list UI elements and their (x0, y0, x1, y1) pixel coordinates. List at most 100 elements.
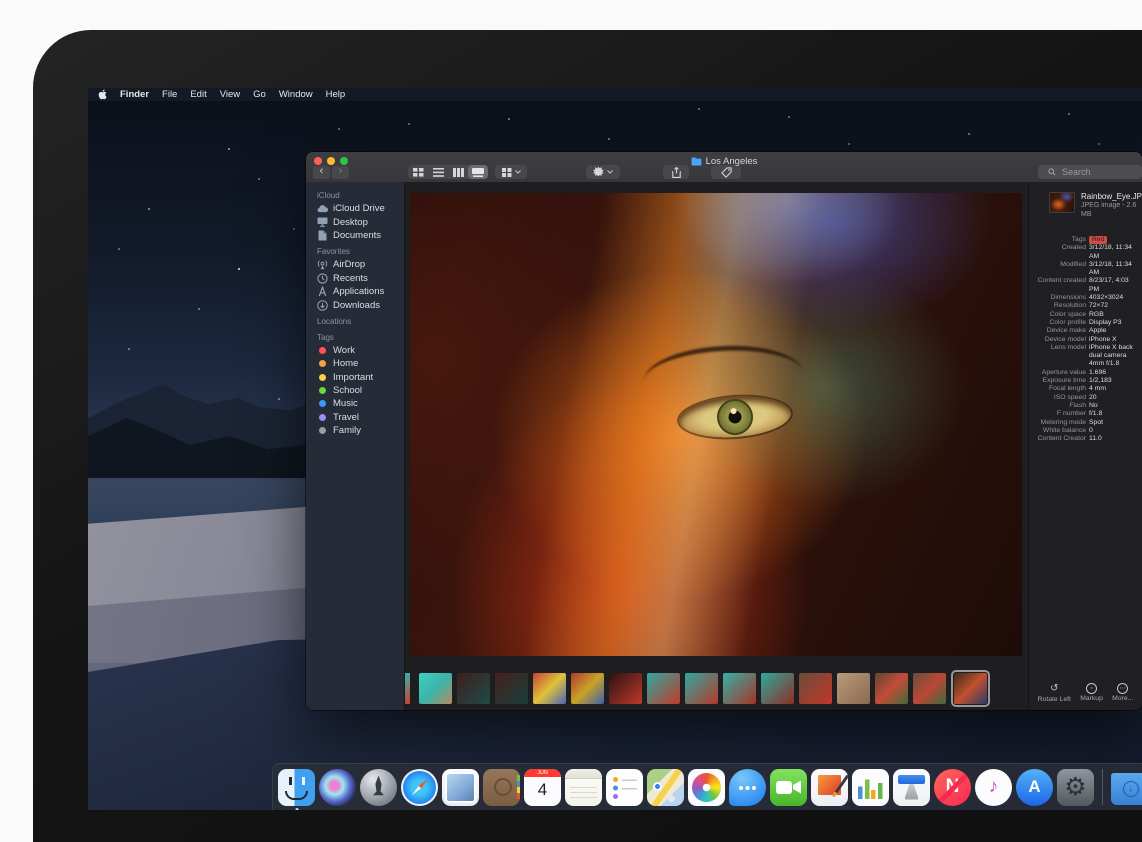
document-icon (317, 230, 328, 241)
dock-item-maps[interactable] (647, 769, 684, 806)
sidebar-item-airdrop[interactable]: AirDrop (306, 258, 404, 271)
cloud-icon (317, 203, 328, 214)
dock-item-launchpad[interactable] (360, 769, 397, 806)
thumbnail[interactable] (405, 673, 410, 704)
search-field[interactable] (1038, 165, 1142, 179)
thumbnail[interactable] (837, 673, 870, 704)
markup-button[interactable]: ◦Markup (1080, 683, 1103, 703)
column-view-button[interactable] (448, 165, 468, 179)
action-menu-button[interactable] (586, 165, 620, 179)
thumbnail[interactable] (419, 673, 452, 704)
dock-item-mail[interactable] (442, 769, 479, 806)
metadata-row-resolution: Resolution72×72 (1035, 302, 1136, 310)
thumbnail[interactable] (913, 673, 946, 704)
sidebar-item-desktop[interactable]: Desktop (306, 215, 404, 228)
apple-menu-icon[interactable] (98, 89, 107, 100)
thumbnail[interactable] (799, 673, 832, 704)
menu-item-view[interactable]: View (220, 89, 240, 100)
menu-item-finder[interactable]: Finder (120, 89, 149, 100)
menu-items: Finder File Edit View Go Window Help (120, 89, 345, 100)
dock-item-app-store[interactable]: A (1016, 769, 1053, 806)
sidebar-item-downloads[interactable]: Downloads (306, 298, 404, 311)
sidebar-item-family[interactable]: Family (306, 424, 404, 437)
tag-badge: Red (1089, 236, 1107, 244)
dock-item-news[interactable]: N (934, 769, 971, 806)
photo-eye (678, 393, 793, 441)
list-view-button[interactable] (428, 165, 448, 179)
menu-item-help[interactable]: Help (326, 89, 346, 100)
thumbnail[interactable] (723, 673, 756, 704)
dock-item-finder[interactable] (278, 769, 315, 806)
sidebar-item-icloud-drive[interactable]: iCloud Drive (306, 202, 404, 215)
thumbnail[interactable] (533, 673, 566, 704)
tag-button[interactable] (711, 165, 741, 179)
chevron-down-icon (607, 170, 613, 174)
metadata-value: Display P3 (1089, 319, 1136, 327)
metadata-row-aperture-value: Aperture value1.696 (1035, 369, 1136, 377)
metadata-key: Content created (1035, 277, 1086, 294)
thumbnail[interactable] (647, 673, 680, 704)
sidebar-item-label: iCloud Drive (333, 203, 385, 214)
forward-button[interactable]: › (332, 166, 349, 179)
sidebar-item-home[interactable]: Home (306, 357, 404, 370)
menu-item-go[interactable]: Go (253, 89, 266, 100)
sidebar-item-applications[interactable]: Applications (306, 285, 404, 298)
search-input[interactable] (1060, 166, 1134, 178)
dock-item-siri[interactable] (319, 769, 356, 806)
dock-item-photos[interactable] (688, 769, 725, 806)
dock-item-downloads[interactable]: ↓ (1111, 770, 1142, 805)
icon-view-button[interactable] (408, 165, 428, 179)
menu-item-edit[interactable]: Edit (190, 89, 206, 100)
sidebar-item-travel[interactable]: Travel (306, 411, 404, 424)
sidebar-item-work[interactable]: Work (306, 344, 404, 357)
thumbnail[interactable] (571, 673, 604, 704)
menu-item-file[interactable]: File (162, 89, 177, 100)
sidebar-item-important[interactable]: Important (306, 371, 404, 384)
dock-item-calendar[interactable]: JUN4 (524, 769, 561, 806)
metadata-value: 4 mm (1089, 385, 1136, 393)
minimize-button[interactable] (327, 157, 335, 165)
dock-item-safari[interactable] (401, 769, 438, 806)
numbers-icon (852, 769, 889, 806)
dock-item-facetime[interactable] (770, 769, 807, 806)
group-button[interactable] (495, 165, 527, 179)
metadata-row-device-make: Device makeApple (1035, 327, 1136, 335)
dock-item-keynote[interactable] (893, 769, 930, 806)
dock-item-reminders[interactable] (606, 769, 643, 806)
back-button[interactable]: ‹ (313, 166, 330, 179)
sidebar-item-school[interactable]: School (306, 384, 404, 397)
dock-item-pages[interactable] (811, 769, 848, 806)
sidebar-item-recents[interactable]: Recents (306, 272, 404, 285)
sidebar-item-documents[interactable]: Documents (306, 229, 404, 242)
metadata-value: 0 (1089, 427, 1136, 435)
metadata-key: ISO speed (1035, 394, 1086, 402)
thumbnail-selected[interactable] (954, 673, 987, 704)
chevron-down-icon (515, 170, 521, 174)
thumbnail[interactable] (875, 673, 908, 704)
sidebar-item-music[interactable]: Music (306, 397, 404, 410)
close-button[interactable] (314, 157, 322, 165)
thumbnail[interactable] (761, 673, 794, 704)
share-button[interactable] (663, 165, 689, 179)
more-button[interactable]: ⋯More... (1112, 683, 1133, 703)
thumbnail[interactable] (457, 673, 490, 704)
zoom-button[interactable] (340, 157, 348, 165)
dock-item-messages[interactable] (729, 769, 766, 806)
thumbnail[interactable] (495, 673, 528, 704)
window-titlebar[interactable]: ‹ › (306, 152, 1142, 183)
dock-item-numbers[interactable] (852, 769, 889, 806)
photos-icon (688, 769, 725, 806)
dock-item-notes[interactable] (565, 769, 602, 806)
metadata-key: Resolution (1035, 302, 1086, 310)
metadata-value: 72×72 (1089, 302, 1136, 310)
thumbnail[interactable] (609, 673, 642, 704)
menu-item-window[interactable]: Window (279, 89, 313, 100)
dock-item-itunes[interactable]: ♪ (975, 769, 1012, 806)
navigation-buttons: ‹ › (313, 166, 349, 179)
thumbnail[interactable] (685, 673, 718, 704)
dock-item-contacts[interactable] (483, 769, 520, 806)
gallery-view-button[interactable] (468, 165, 488, 179)
dock-item-system-preferences[interactable]: ⚙ (1057, 769, 1094, 806)
tag-color-dot (319, 374, 326, 381)
rotate-left-button[interactable]: ↺Rotate Left (1038, 683, 1071, 703)
